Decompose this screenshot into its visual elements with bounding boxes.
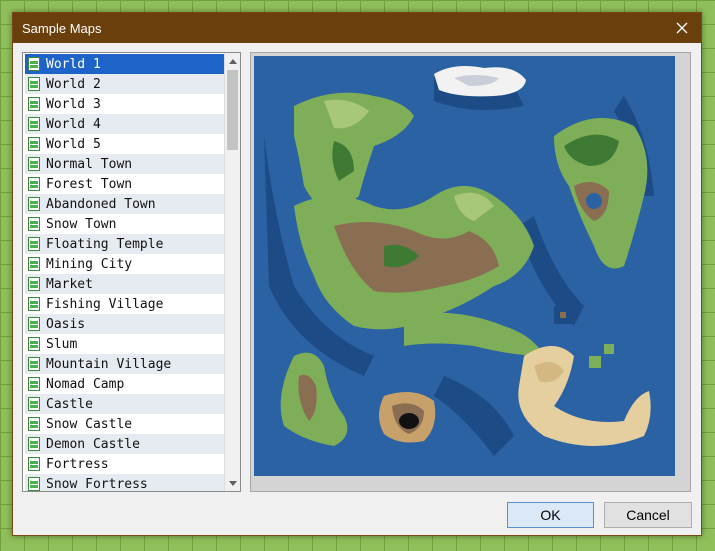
map-file-icon [28, 217, 40, 231]
map-file-icon [28, 117, 40, 131]
list-item[interactable]: Snow Fortress [25, 474, 224, 492]
list-item[interactable]: World 1 [25, 54, 224, 74]
scroll-down-button[interactable] [225, 475, 240, 491]
list-item-label: Forest Town [46, 176, 133, 192]
list-item-label: Mountain Village [46, 356, 172, 372]
list-item-label: Castle [46, 396, 93, 412]
list-item-label: Slum [46, 336, 78, 352]
list-item[interactable]: Mountain Village [25, 354, 224, 374]
list-item-label: World 3 [46, 96, 101, 112]
list-item-label: World 5 [46, 136, 101, 152]
list-item-label: Snow Fortress [46, 476, 148, 492]
cancel-button[interactable]: Cancel [604, 502, 692, 528]
list-item-label: World 2 [46, 76, 101, 92]
list-item[interactable]: Oasis [25, 314, 224, 334]
list-item[interactable]: Normal Town [25, 154, 224, 174]
list-item[interactable]: Fishing Village [25, 294, 224, 314]
map-file-icon [28, 97, 40, 111]
list-item[interactable]: Slum [25, 334, 224, 354]
map-file-icon [28, 77, 40, 91]
map-list[interactable]: World 1 World 2 World 3 World 4 World 5 Norma… [22, 52, 241, 492]
map-file-icon [28, 297, 40, 311]
list-item[interactable]: Abandoned Town [25, 194, 224, 214]
list-item[interactable]: World 4 [25, 114, 224, 134]
list-item-label: Oasis [46, 316, 86, 332]
list-item[interactable]: Nomad Camp [25, 374, 224, 394]
map-preview-panel [250, 52, 691, 492]
map-file-icon [28, 337, 40, 351]
map-file-icon [28, 137, 40, 151]
list-item[interactable]: Demon Castle [25, 434, 224, 454]
list-item[interactable]: World 5 [25, 134, 224, 154]
list-item-label: Snow Castle [46, 416, 133, 432]
map-list-items: World 1 World 2 World 3 World 4 World 5 Norma… [25, 54, 224, 492]
list-scrollbar[interactable] [224, 53, 240, 491]
window-title: Sample Maps [22, 21, 102, 36]
list-item[interactable]: Castle [25, 394, 224, 414]
list-item-label: Nomad Camp [46, 376, 125, 392]
list-item[interactable]: Forest Town [25, 174, 224, 194]
list-item-label: Floating Temple [46, 236, 164, 252]
list-item-label: World 1 [46, 56, 101, 72]
world-map-preview [254, 56, 675, 476]
map-file-icon [28, 437, 40, 451]
list-item[interactable]: Mining City [25, 254, 224, 274]
list-item[interactable]: Market [25, 274, 224, 294]
list-item[interactable]: Floating Temple [25, 234, 224, 254]
map-file-icon [28, 237, 40, 251]
scroll-up-button[interactable] [225, 53, 240, 69]
map-file-icon [28, 377, 40, 391]
scroll-thumb[interactable] [227, 70, 238, 150]
map-file-icon [28, 157, 40, 171]
list-item-label: Market [46, 276, 93, 292]
list-item-label: Demon Castle [46, 436, 140, 452]
ok-button[interactable]: OK [507, 502, 594, 528]
list-item[interactable]: World 2 [25, 74, 224, 94]
list-item-label: Fortress [46, 456, 109, 472]
close-icon [676, 22, 688, 34]
list-item-label: Fishing Village [46, 296, 164, 312]
map-file-icon [28, 417, 40, 431]
scroll-down-icon [228, 480, 237, 486]
map-file-icon [28, 177, 40, 191]
map-file-icon [28, 257, 40, 271]
map-file-icon [28, 317, 40, 331]
map-file-icon [28, 457, 40, 471]
map-file-icon [28, 197, 40, 211]
map-file-icon [28, 357, 40, 371]
map-file-icon [28, 57, 40, 71]
list-item[interactable]: Fortress [25, 454, 224, 474]
list-item[interactable]: Snow Castle [25, 414, 224, 434]
map-file-icon [28, 477, 40, 491]
list-item[interactable]: World 3 [25, 94, 224, 114]
map-file-icon [28, 397, 40, 411]
list-item-label: Snow Town [46, 216, 117, 232]
close-button[interactable] [671, 17, 693, 39]
list-item[interactable]: Snow Town [25, 214, 224, 234]
map-file-icon [28, 277, 40, 291]
list-item-label: Normal Town [46, 156, 133, 172]
scroll-up-icon [228, 58, 237, 64]
list-item-label: World 4 [46, 116, 101, 132]
title-bar: Sample Maps [13, 13, 701, 43]
sample-maps-dialog: Sample Maps World 1 World 2 World 3 World 4… [12, 12, 702, 536]
list-item-label: Mining City [46, 256, 133, 272]
list-item-label: Abandoned Town [46, 196, 156, 212]
